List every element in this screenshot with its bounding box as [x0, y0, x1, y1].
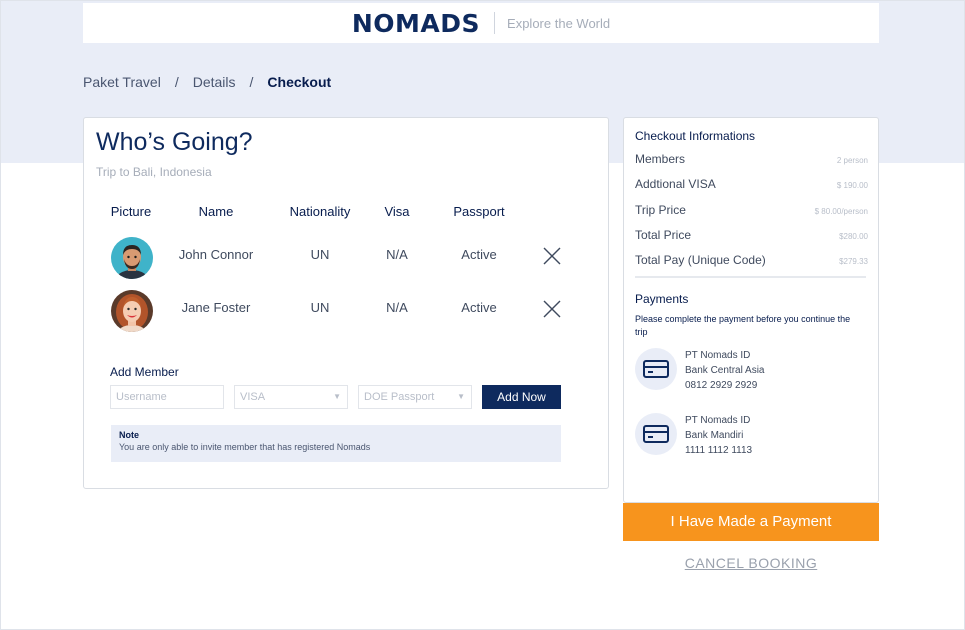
chevron-down-icon: ▼: [333, 392, 341, 401]
info-row-total-price: Total Price $280.00: [635, 228, 868, 242]
tagline: Explore the World: [507, 15, 611, 31]
bank-name: Bank Mandiri: [685, 430, 744, 441]
note-text: You are only able to invite member that …: [119, 442, 371, 452]
credit-card-icon: [635, 413, 677, 455]
payments-title: Payments: [635, 292, 689, 306]
bank-details: PT Nomads ID Bank Central Asia 0812 2929…: [685, 348, 765, 393]
bank-account-number: 0812 2929 2929: [685, 380, 758, 391]
doe-passport-select[interactable]: DOE Passport ▼: [358, 385, 472, 409]
info-label: Total Pay (Unique Code): [635, 253, 766, 267]
info-value: $ 80.00/person: [814, 207, 868, 216]
header-divider: [494, 12, 496, 34]
info-label: Trip Price: [635, 203, 686, 217]
close-icon: [543, 300, 561, 318]
info-label: Total Price: [635, 228, 692, 242]
close-icon: [543, 247, 561, 265]
column-header-picture: Picture: [110, 204, 152, 219]
member-passport: Active: [461, 247, 497, 262]
trip-subtitle: Trip to Bali, Indonesia: [96, 165, 212, 179]
username-input[interactable]: Username: [110, 385, 224, 409]
breadcrumb-separator: /: [249, 74, 254, 90]
info-row-additional-visa: Addtional VISA $ 190.00: [635, 177, 868, 191]
visa-select-value: VISA: [240, 391, 266, 403]
member-name: Jane Foster: [181, 300, 251, 315]
checkout-info-card: Checkout Informations Members 2 person A…: [623, 117, 879, 503]
breadcrumb-separator: /: [174, 74, 179, 90]
breadcrumb-checkout: Checkout: [267, 74, 332, 90]
bank-holder: PT Nomads ID: [685, 415, 751, 426]
column-header-name: Name: [198, 204, 234, 219]
note-title: Note: [119, 430, 139, 440]
member-name: John Connor: [178, 247, 254, 262]
divider: [635, 276, 866, 278]
breadcrumb: Paket Travel / Details / Checkout: [83, 74, 331, 90]
breadcrumb-paket-travel[interactable]: Paket Travel: [83, 74, 161, 90]
bank-account-mandiri: PT Nomads ID Bank Mandiri 1111 1112 1113: [635, 413, 865, 457]
credit-card-icon: [635, 348, 677, 390]
avatar: [111, 237, 153, 279]
payment-made-button[interactable]: I Have Made a Payment: [623, 503, 879, 541]
bank-details: PT Nomads ID Bank Mandiri 1111 1112 1113: [685, 413, 752, 458]
info-value: $ 190.00: [836, 181, 868, 190]
cancel-booking-button[interactable]: CANCEL BOOKING: [623, 555, 879, 571]
payments-description: Please complete the payment before you c…: [635, 314, 851, 337]
member-visa: N/A: [386, 300, 408, 315]
chevron-down-icon: ▼: [457, 392, 465, 401]
info-label: Addtional VISA: [635, 177, 716, 191]
bank-holder: PT Nomads ID: [685, 350, 751, 361]
site-header: NOMADS Explore the World: [83, 3, 879, 43]
column-header-passport: Passport: [453, 204, 505, 219]
remove-member-button[interactable]: [542, 246, 562, 266]
info-row-total-pay: Total Pay (Unique Code) $279.33: [635, 253, 868, 267]
member-passport: Active: [461, 300, 497, 315]
page-title: Who’s Going?: [96, 128, 253, 156]
info-label: Members: [635, 152, 686, 166]
checkout-info-title: Checkout Informations: [635, 129, 756, 143]
bank-account-bca: PT Nomads ID Bank Central Asia 0812 2929…: [635, 348, 865, 392]
avatar: [111, 290, 153, 332]
bank-name: Bank Central Asia: [685, 365, 765, 376]
note-box: Note You are only able to invite member …: [111, 425, 561, 462]
breadcrumb-details[interactable]: Details: [193, 74, 236, 90]
column-header-nationality: Nationality: [289, 204, 351, 219]
members-card: Who’s Going? Trip to Bali, Indonesia Pic…: [83, 117, 609, 489]
remove-member-button[interactable]: [542, 299, 562, 319]
info-row-members: Members 2 person: [635, 152, 868, 166]
info-row-trip-price: Trip Price $ 80.00/person: [635, 203, 868, 217]
member-nationality: UN: [310, 300, 330, 315]
bank-account-number: 1111 1112 1113: [685, 445, 753, 456]
logo[interactable]: NOMADS: [352, 9, 480, 38]
info-value: $279.33: [839, 257, 868, 266]
member-visa: N/A: [386, 247, 408, 262]
add-now-button[interactable]: Add Now: [482, 385, 561, 409]
column-header-visa: Visa: [384, 204, 410, 219]
visa-select[interactable]: VISA ▼: [234, 385, 348, 409]
info-value: $280.00: [839, 232, 868, 241]
add-member-label: Add Member: [110, 365, 179, 379]
doe-passport-select-value: DOE Passport: [364, 391, 435, 403]
info-value: 2 person: [836, 156, 868, 165]
member-nationality: UN: [310, 247, 330, 262]
